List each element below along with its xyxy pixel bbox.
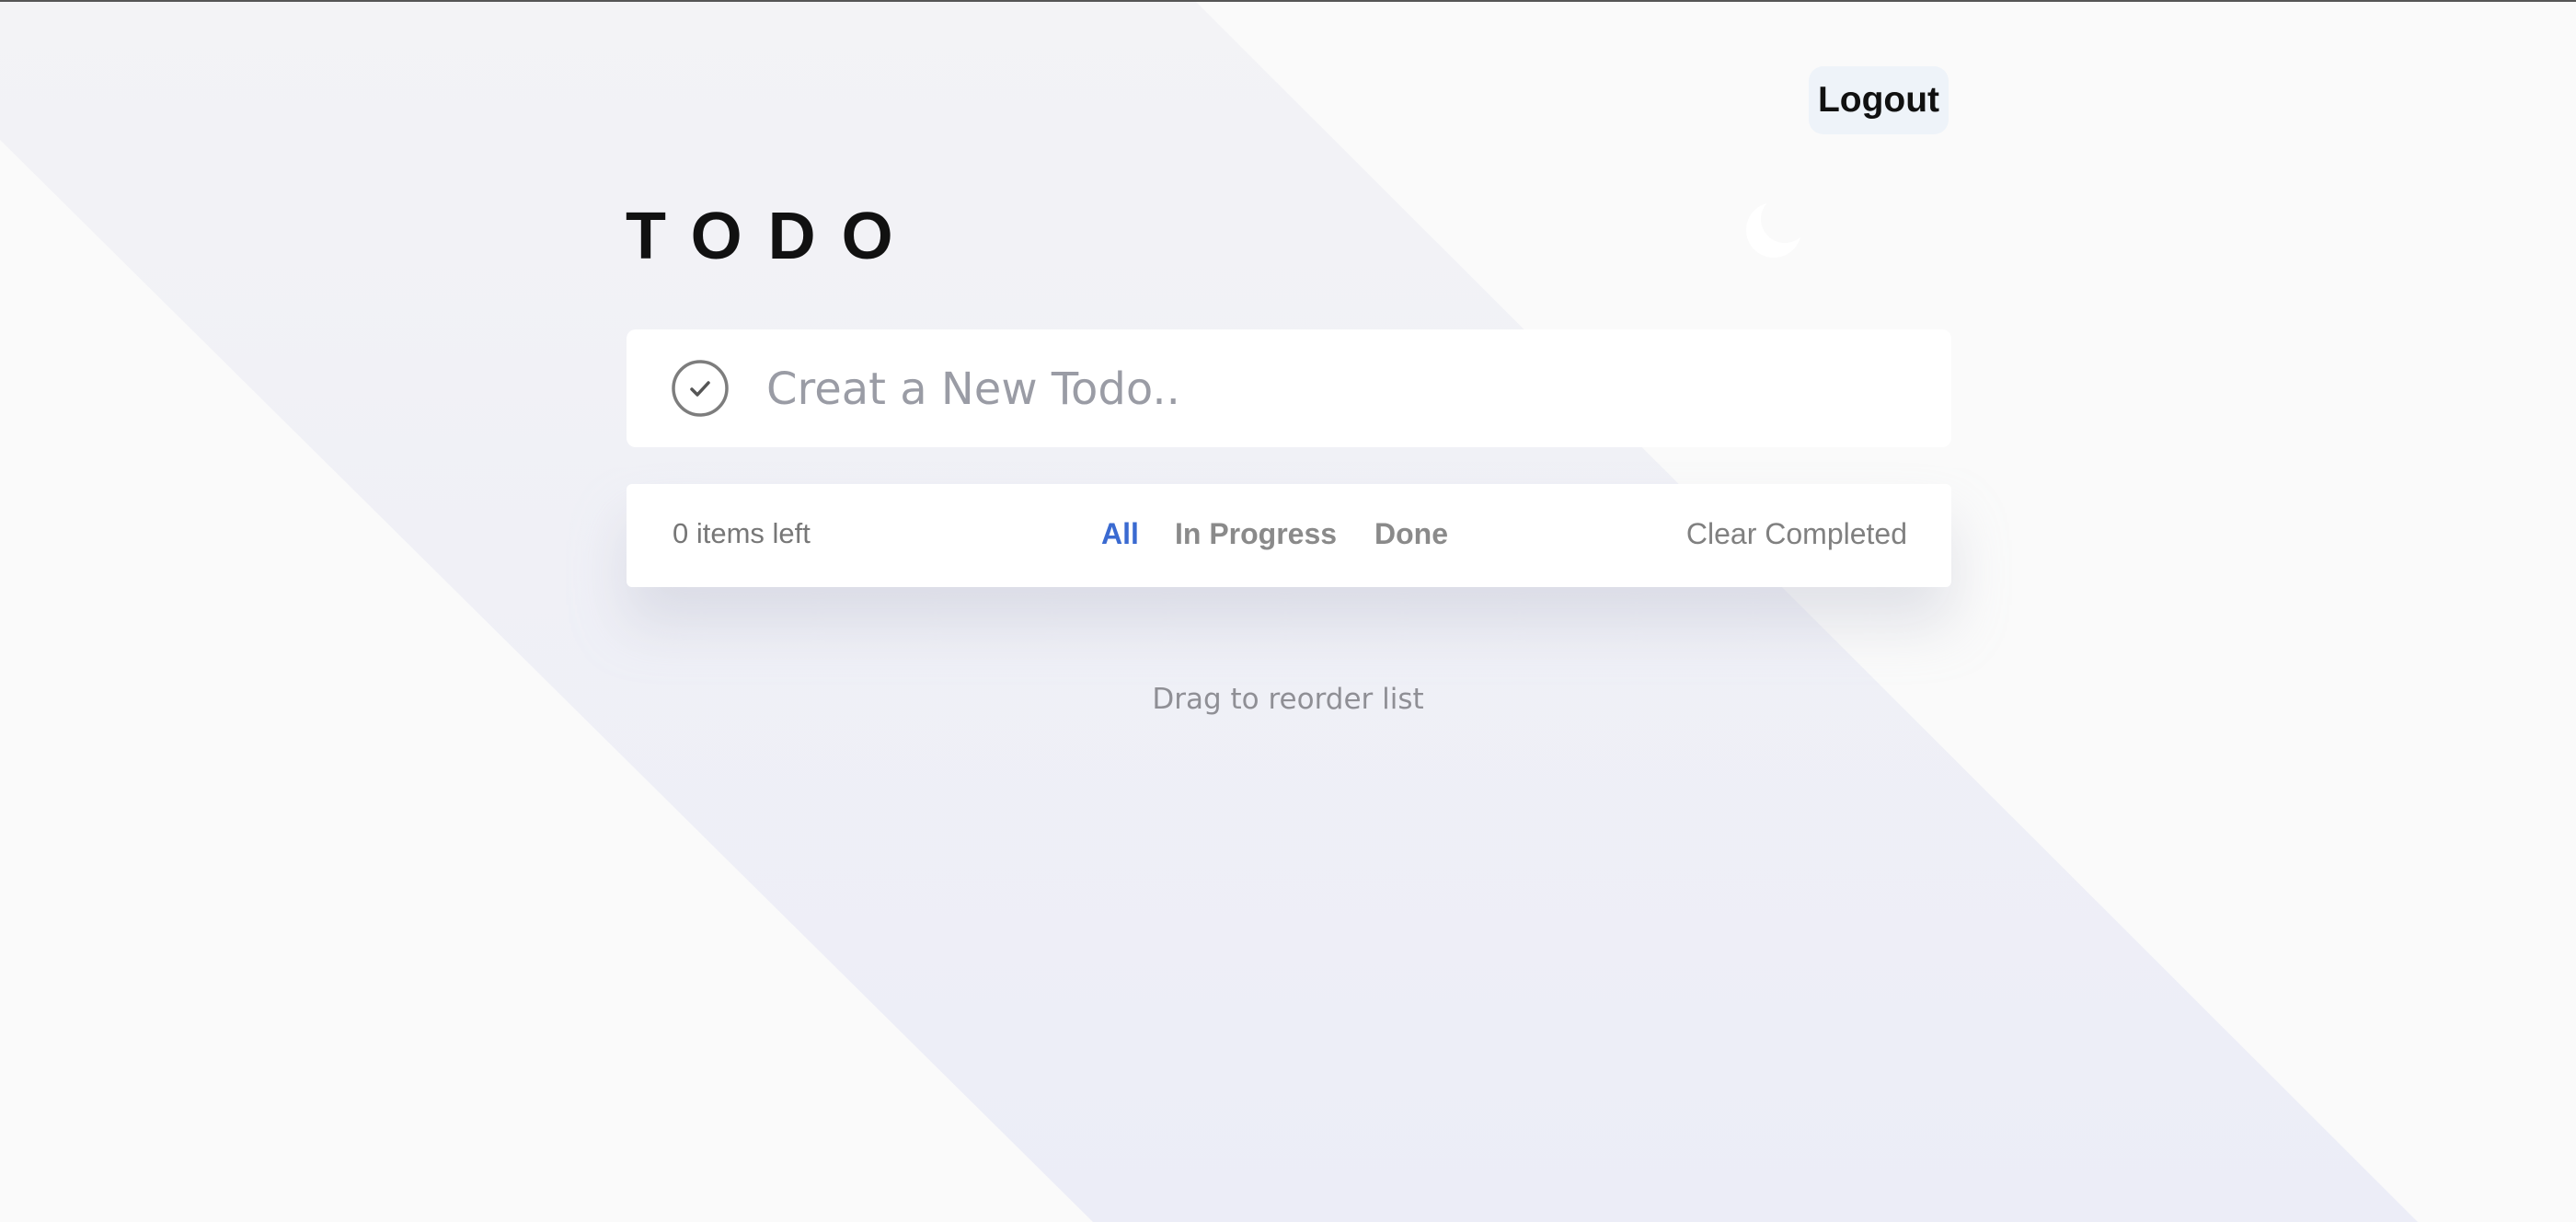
filter-all[interactable]: All	[1101, 517, 1139, 551]
background	[0, 2, 2576, 1222]
logout-button[interactable]: Logout	[1809, 66, 1949, 134]
filter-done[interactable]: Done	[1374, 517, 1448, 551]
filter-in-progress[interactable]: In Progress	[1175, 517, 1337, 551]
check-circle-icon[interactable]	[671, 359, 730, 418]
background-band	[0, 2, 2418, 1222]
moon-icon[interactable]	[1741, 197, 1805, 261]
new-todo-input[interactable]	[765, 350, 1909, 429]
items-left-count: 0 items left	[673, 517, 811, 549]
new-todo-bar	[627, 329, 1951, 447]
clear-completed-button[interactable]: Clear Completed	[1686, 517, 1907, 551]
page-title: TODO	[626, 200, 919, 273]
reorder-hint: Drag to reorder list	[1152, 683, 1424, 716]
filter-bar: 0 items left All In Progress Done Clear …	[627, 484, 1951, 587]
